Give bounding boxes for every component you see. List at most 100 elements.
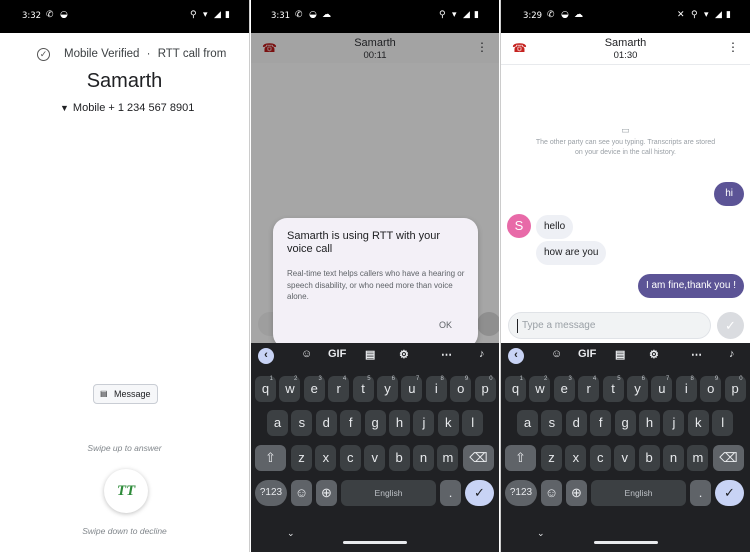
backspace-key[interactable]: ⌫ (713, 445, 744, 471)
sticker-icon[interactable]: ☺ (551, 348, 562, 360)
space-key[interactable]: English (341, 480, 436, 506)
key-w[interactable]: w2 (529, 376, 550, 402)
period-key[interactable]: . (690, 480, 711, 506)
backspace-key[interactable]: ⌫ (463, 445, 494, 471)
key-m[interactable]: m (687, 445, 708, 471)
key-v[interactable]: v (364, 445, 385, 471)
key-x[interactable]: x (565, 445, 586, 471)
key-z[interactable]: z (291, 445, 312, 471)
key-l[interactable]: l (462, 410, 483, 436)
key-m[interactable]: m (437, 445, 458, 471)
message-button[interactable]: ▤ Message (93, 384, 158, 404)
key-n[interactable]: n (413, 445, 434, 471)
key-b[interactable]: b (389, 445, 410, 471)
key-y[interactable]: y6 (627, 376, 648, 402)
language-key[interactable]: ⊕ (316, 480, 337, 506)
key-q[interactable]: q1 (255, 376, 276, 402)
mic-icon[interactable]: ♪ (729, 348, 735, 360)
symbols-key[interactable]: ?123 (255, 480, 287, 506)
nav-handle[interactable] (594, 541, 658, 544)
key-h[interactable]: h (389, 410, 410, 436)
key-hint: 6 (642, 375, 645, 384)
symbols-key[interactable]: ?123 (505, 480, 537, 506)
received-message-bubble: how are you (536, 241, 606, 265)
key-g[interactable]: g (365, 410, 386, 436)
language-key[interactable]: ⊕ (566, 480, 587, 506)
nav-handle[interactable] (343, 541, 407, 544)
comma-key[interactable]: ☺ (291, 480, 312, 506)
clipboard-icon[interactable]: ▤ (365, 348, 375, 361)
back-icon[interactable]: ‹ (508, 348, 524, 364)
clipboard-icon[interactable]: ▤ (615, 348, 625, 361)
key-i[interactable]: i8 (426, 376, 447, 402)
more-options-icon[interactable]: ⋮ (476, 40, 488, 54)
key-f[interactable]: f (340, 410, 361, 436)
back-icon[interactable]: ‹ (258, 348, 274, 364)
key-j[interactable]: j (663, 410, 684, 436)
sticker-icon[interactable]: ☺ (301, 348, 312, 360)
key-z[interactable]: z (541, 445, 562, 471)
keyboard-toolbar: ‹ ☺ GIF ▤ ⚙ ⋯ ♪ (251, 343, 499, 369)
enter-key[interactable]: ✓ (465, 480, 494, 506)
more-icon[interactable]: ⋯ (441, 348, 452, 361)
emoji-icon: ☺ (295, 485, 308, 500)
key-u[interactable]: u7 (401, 376, 422, 402)
settings-icon[interactable]: ⚙ (399, 348, 409, 361)
dialog-ok-button[interactable]: OK (439, 320, 452, 330)
key-o[interactable]: o9 (700, 376, 721, 402)
period-key[interactable]: . (440, 480, 461, 506)
key-a[interactable]: a (517, 410, 538, 436)
space-key[interactable]: English (591, 480, 686, 506)
settings-icon[interactable]: ⚙ (649, 348, 659, 361)
key-c[interactable]: c (340, 445, 361, 471)
message-input[interactable]: Type a message (508, 312, 711, 339)
key-o[interactable]: o9 (450, 376, 471, 402)
key-a[interactable]: a (267, 410, 288, 436)
key-n[interactable]: n (663, 445, 684, 471)
key-e[interactable]: e3 (554, 376, 575, 402)
key-t[interactable]: t5 (353, 376, 374, 402)
key-g[interactable]: g (615, 410, 636, 436)
key-c[interactable]: c (590, 445, 611, 471)
key-p[interactable]: p0 (475, 376, 496, 402)
key-k[interactable]: k (688, 410, 709, 436)
mic-icon[interactable]: ♪ (479, 348, 485, 360)
shift-key[interactable]: ⇧ (505, 445, 536, 471)
answer-rtt-button[interactable]: TT (104, 469, 148, 513)
enter-key[interactable]: ✓ (715, 480, 744, 506)
more-options-icon[interactable]: ⋮ (727, 40, 739, 54)
comma-key[interactable]: ☺ (541, 480, 562, 506)
key-y[interactable]: y6 (377, 376, 398, 402)
key-e[interactable]: e3 (304, 376, 325, 402)
key-s[interactable]: s (541, 410, 562, 436)
key-v[interactable]: v (614, 445, 635, 471)
key-b[interactable]: b (639, 445, 660, 471)
rtt-dialog: Samarth is using RTT with your voice cal… (273, 218, 478, 348)
hide-keyboard-icon[interactable]: ⌄ (287, 528, 295, 539)
key-h[interactable]: h (639, 410, 660, 436)
key-x[interactable]: x (315, 445, 336, 471)
key-f[interactable]: f (590, 410, 611, 436)
key-l[interactable]: l (712, 410, 733, 436)
key-w[interactable]: w2 (279, 376, 300, 402)
hide-keyboard-icon[interactable]: ⌄ (537, 528, 545, 539)
key-u[interactable]: u7 (651, 376, 672, 402)
key-r[interactable]: r4 (578, 376, 599, 402)
dialog-title: Samarth is using RTT with your voice cal… (287, 230, 467, 256)
shift-key[interactable]: ⇧ (255, 445, 286, 471)
key-k[interactable]: k (438, 410, 459, 436)
more-icon[interactable]: ⋯ (691, 348, 702, 361)
key-j[interactable]: j (413, 410, 434, 436)
key-p[interactable]: p0 (725, 376, 746, 402)
globe-icon: ⊕ (321, 485, 332, 500)
key-d[interactable]: d (566, 410, 587, 436)
key-i[interactable]: i8 (676, 376, 697, 402)
gif-button[interactable]: GIF (578, 348, 596, 360)
key-s[interactable]: s (291, 410, 312, 436)
key-d[interactable]: d (316, 410, 337, 436)
send-button[interactable]: ✓ (717, 312, 744, 339)
key-q[interactable]: q1 (505, 376, 526, 402)
key-r[interactable]: r4 (328, 376, 349, 402)
gif-button[interactable]: GIF (328, 348, 346, 360)
key-t[interactable]: t5 (603, 376, 624, 402)
